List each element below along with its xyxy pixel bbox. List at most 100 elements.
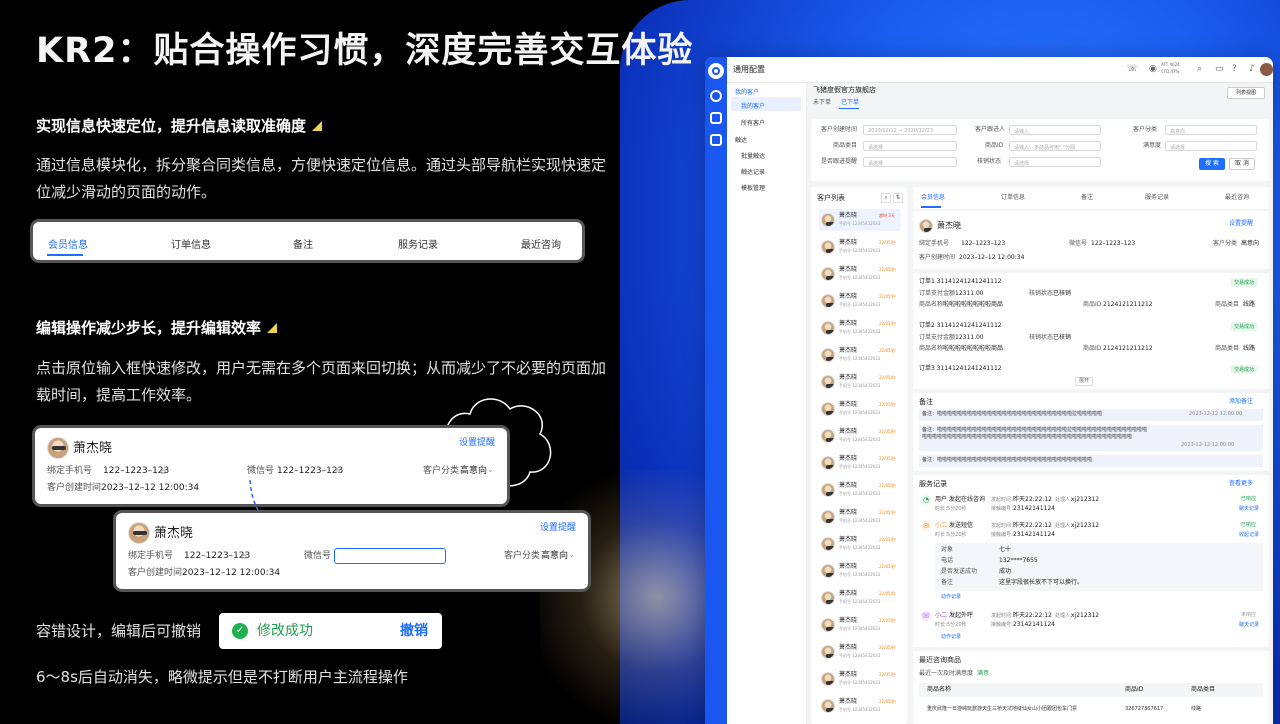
customer-phone: 手机号 12345432633 (839, 383, 881, 388)
customer-list-item[interactable]: 萧杰晓 手机号 12345432633 22/05/秒 (819, 344, 901, 366)
customer-list-item[interactable]: 萧杰晓 手机号 12345432633 22/05/秒 (819, 614, 901, 636)
wechat-input[interactable] (334, 548, 446, 564)
list-view-button[interactable]: 列表视图 (1227, 87, 1265, 99)
date-range-input[interactable]: 2020/12/12 → 2020/12/23 (863, 125, 957, 135)
table-row[interactable]: 重庆武隆一日游纯玩旅游天生三桥天坑地缝仙女山小团跟团包车门票 326727367… (919, 703, 1263, 717)
copy-icon[interactable]: ⧉ (241, 552, 247, 562)
chevron-down-icon[interactable]: ⌄ (568, 550, 575, 559)
customer-phone: 手机号 12345432633 (839, 680, 881, 685)
reminder-select[interactable]: 请选择 (863, 157, 957, 167)
customer-phone: 手机号 12345432633 (839, 545, 881, 550)
undo-label: 容错设计，编辑后可撤销 (36, 622, 202, 640)
category-value[interactable]: 高意向 (541, 552, 568, 561)
set-reminder-link[interactable]: 设置提醒 (540, 524, 576, 533)
demo-tab-2[interactable]: 备注 (293, 236, 313, 251)
copy-icon[interactable]: ⧉ (160, 467, 166, 477)
nav-all-customers[interactable]: 所有客户 (741, 118, 765, 127)
phone-icon[interactable]: ☏ (1127, 64, 1138, 74)
undo-button[interactable]: 撤销 (400, 624, 428, 638)
customer-list-item[interactable]: 萧杰晓 手机号 12345432633 22/05/秒 (819, 587, 901, 609)
edit-icon[interactable]: ✎ (335, 467, 342, 476)
search-button[interactable]: 搜 索 (1199, 158, 1225, 170)
set-reminder-link[interactable]: 设置提醒 (459, 439, 495, 448)
customer-list-item[interactable]: 萧杰晓 手机号 12345432633 22/05/秒 (819, 533, 901, 555)
customer-list-item[interactable]: 萧杰晓 手机号 12345432633 22/05/秒 (819, 236, 901, 258)
nav-group-my-customers[interactable]: 我的客户 (735, 87, 759, 96)
detail-tab-3[interactable]: 服务记录 (1145, 195, 1169, 201)
search-icon[interactable]: ⌕ (1197, 64, 1202, 74)
goods-category-select[interactable]: 请选择 (863, 141, 957, 151)
book-icon[interactable]: ▭ (1215, 64, 1224, 74)
collapse-record-link[interactable]: 收起记录 (1239, 533, 1259, 538)
category-value[interactable]: 高意向 (1241, 241, 1259, 247)
clipboard-icon[interactable] (710, 134, 722, 146)
expand-button[interactable]: 展开 (1075, 377, 1094, 386)
phone-icon[interactable] (710, 112, 722, 124)
customer-list-item[interactable]: 萧杰晓 手机号 12345432633 22/05/秒 (819, 371, 901, 393)
verify-select[interactable]: 请选择 (1009, 157, 1101, 167)
sort-icon[interactable]: ⇅ (893, 193, 903, 203)
wechat-value[interactable]: 122–1223–123 (277, 467, 343, 476)
page-title: KR2：贴合操作习惯，深度完善交互体验 (36, 31, 694, 71)
gear-icon[interactable] (708, 63, 724, 79)
customer-list-item[interactable]: 萧杰晓 手机号 12345432633 22/05/秒 (819, 452, 901, 474)
customer-list-item[interactable]: 萧杰晓 手机号 12345432633 22/05/秒 (819, 668, 901, 690)
nav-templates[interactable]: 模板管理 (741, 183, 765, 192)
customer-list-item[interactable]: 萧杰晓 手机号 12345432633 22/05/秒 (819, 263, 901, 285)
nav-batch-reach[interactable]: 批量触达 (741, 151, 765, 160)
chevron-down-icon[interactable]: ⌄ (487, 465, 494, 474)
demo-tab-3[interactable]: 服务记录 (398, 236, 438, 251)
satisfaction-select[interactable]: 请选择 (1165, 141, 1257, 151)
customer-name: 萧杰晓 (937, 221, 961, 230)
customer-list-item[interactable]: 萧杰晓 手机号 12345432633 超时 3天 (819, 209, 901, 231)
category-select[interactable]: 高意向 (1165, 125, 1257, 135)
settings-icon[interactable] (710, 90, 722, 102)
goods-id-input[interactable]: 请输入，多商品可用","分隔 (1009, 141, 1101, 151)
customer-name: 萧杰晓 (73, 441, 113, 456)
avatar (821, 510, 835, 524)
chat-record-link[interactable]: 聊天记录 (1239, 507, 1259, 512)
help-icon[interactable]: ? (1232, 64, 1237, 74)
detail-tab-2[interactable]: 备注 (1081, 195, 1093, 201)
category-value[interactable]: 高意向 (460, 467, 487, 476)
customer-time: 22/05/秒 (879, 672, 896, 677)
status-icon[interactable]: ◉ (1149, 64, 1157, 74)
see-more-link[interactable]: 查看更多 (1229, 481, 1253, 487)
customer-list-item[interactable]: 萧杰晓 手机号 12345432633 22/05/秒 (819, 425, 901, 447)
customer-list-item[interactable]: 萧杰晓 手机号 12345432633 22/05/秒 (819, 560, 901, 582)
action-record-link[interactable]: 动作记录 (941, 595, 961, 600)
user-avatar[interactable] (1260, 63, 1273, 76)
nav-group-reach[interactable]: 触达 (735, 135, 747, 144)
customer-list-item[interactable]: 萧杰晓 手机号 12345432633 22/05/秒 (819, 317, 901, 339)
cancel-button[interactable]: 取 消 (1229, 158, 1255, 170)
filter-label: 客户创建时间 (821, 126, 858, 133)
detail-tab-1[interactable]: 订单信息 (1001, 195, 1025, 201)
nav-reach-records[interactable]: 触达记录 (741, 167, 765, 176)
demo-tab-1[interactable]: 订单信息 (171, 236, 211, 251)
set-reminder-link[interactable]: 设置提醒 (1229, 221, 1253, 227)
customer-list-item[interactable]: 萧杰晓 手机号 12345432633 22/05/秒 (819, 506, 901, 528)
nav-my-customers[interactable]: 我的客户 (741, 101, 765, 110)
phone-value[interactable]: 122–1223–123 (961, 241, 1005, 247)
customer-list-item[interactable]: 萧杰晓 手机号 12345432633 22/05/秒 (819, 479, 901, 501)
phone-label: 绑定手机号 (919, 240, 950, 247)
demo-tab-0[interactable]: 会员信息 (48, 236, 88, 251)
bell-icon[interactable]: ♪ (1249, 64, 1255, 74)
subtab-unordered[interactable]: 未下单 (813, 100, 831, 106)
customer-list-item[interactable]: 萧杰晓 手机号 12345432633 22/05/秒 (819, 398, 901, 420)
action-record-link[interactable]: 动作记录 (941, 635, 961, 640)
follower-input[interactable]: 请输入 (1009, 125, 1101, 135)
subtab-ordered[interactable]: 已下单 (841, 100, 859, 106)
created-label: 客户创建时间 (919, 254, 956, 261)
demo-tab-4[interactable]: 最近咨询 (521, 236, 561, 251)
chat-record-link[interactable]: 聊天记录 (1239, 623, 1259, 628)
wechat-value[interactable]: 122–1223–123 (1091, 241, 1135, 247)
search-icon[interactable]: ⌕ (881, 193, 891, 203)
detail-tab-4[interactable]: 最近咨询 (1225, 195, 1249, 201)
customer-list-item[interactable]: 萧杰晓 手机号 12345432633 22/05/秒 (819, 695, 901, 717)
add-note-link[interactable]: 添加备注 (1229, 399, 1253, 405)
customer-list-item[interactable]: 萧杰晓 手机号 12345432633 22/05/秒 (819, 641, 901, 663)
detail-tab-0[interactable]: 会员信息 (921, 195, 945, 201)
phone-label: 绑定手机号 (47, 466, 93, 476)
customer-list-item[interactable]: 萧杰晓 手机号 12345432633 22/05/秒 (819, 290, 901, 312)
